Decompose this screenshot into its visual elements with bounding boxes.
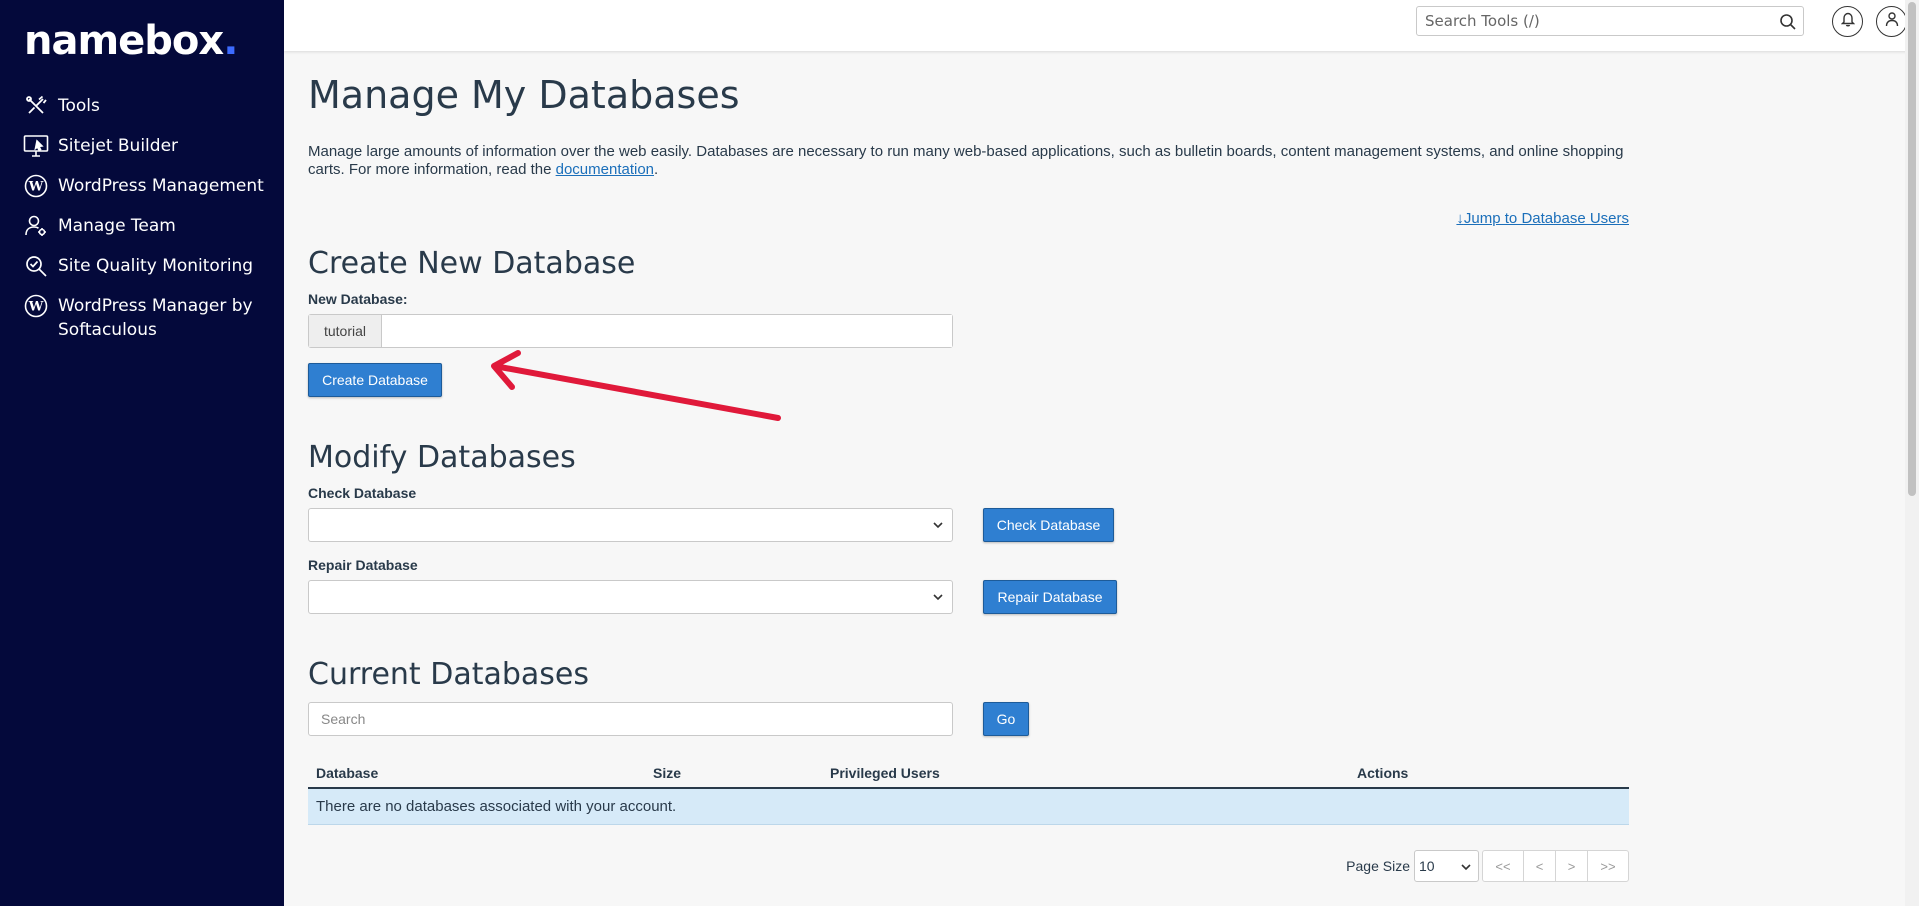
database-search-input[interactable] [309, 703, 952, 735]
sidebar-item-site-quality-monitoring[interactable]: Site Quality Monitoring [0, 252, 284, 292]
arrow-down-icon: ↓ [1456, 210, 1464, 227]
jump-to-database-users-link[interactable]: ↓Jump to Database Users [1456, 210, 1629, 227]
column-header-size[interactable]: Size [653, 765, 681, 781]
sidebar-item-label: Tools [58, 96, 100, 116]
search-tools-box [1416, 6, 1804, 36]
wordpress-icon: W [22, 292, 50, 320]
repair-database-label: Repair Database [308, 557, 418, 573]
notifications-button[interactable] [1832, 6, 1863, 37]
sidebar-item-label: WordPress Management [58, 176, 264, 196]
page-description: Manage large amounts of information over… [308, 143, 1624, 178]
page-title: Manage My Databases [308, 73, 740, 117]
user-gear-icon [22, 212, 50, 240]
next-page-button[interactable]: > [1555, 850, 1588, 882]
table-header: Database Size Privileged Users Actions [308, 756, 1629, 789]
search-tools-input[interactable] [1417, 7, 1757, 35]
svg-text:W: W [28, 300, 44, 315]
new-database-input[interactable] [382, 315, 952, 347]
go-button[interactable]: Go [983, 702, 1029, 736]
previous-page-button[interactable]: < [1523, 850, 1556, 882]
create-database-button[interactable]: Create Database [308, 363, 442, 397]
chevron-down-icon [932, 518, 944, 532]
sidebar-item-manage-team[interactable]: Manage Team [0, 212, 284, 252]
first-page-button[interactable]: << [1482, 850, 1524, 882]
last-page-button[interactable]: >> [1587, 850, 1629, 882]
user-icon [1885, 11, 1899, 32]
magnifier-icon [22, 252, 50, 280]
search-icon[interactable] [1779, 13, 1797, 31]
annotation-arrow [491, 350, 781, 421]
column-header-actions: Actions [1357, 765, 1409, 781]
empty-table-message: There are no databases associated with y… [308, 789, 1629, 825]
page-scrollbar[interactable] [1905, 0, 1919, 906]
sidebar-item-label: Sitejet Builder [58, 136, 179, 156]
sidebar-item-wordpress-manager-softaculous[interactable]: W WordPress Manager by Softaculous [0, 292, 284, 352]
repair-database-select[interactable] [308, 580, 953, 614]
databases-table: Database Size Privileged Users Actions T… [308, 756, 1629, 825]
documentation-link[interactable]: documentation [556, 161, 654, 178]
page-size-select[interactable]: 10 [1414, 850, 1479, 882]
wordpress-icon: W [22, 172, 50, 200]
sidebar-item-label: Site Quality Monitoring [58, 256, 254, 276]
column-header-database[interactable]: Database [316, 765, 378, 781]
namebox-logo[interactable]: namebox. [24, 18, 238, 64]
repair-database-button[interactable]: Repair Database [983, 580, 1117, 614]
check-database-button[interactable]: Check Database [983, 508, 1114, 542]
column-header-privileged-users: Privileged Users [830, 765, 940, 781]
chevron-down-icon [1460, 860, 1472, 874]
monitor-icon [22, 132, 50, 160]
database-search-box [308, 702, 953, 736]
check-database-select[interactable] [308, 508, 953, 542]
svg-text:W: W [28, 180, 44, 195]
sidebar-nav: Tools Sitejet Builder W WordPress Manage… [0, 92, 284, 352]
modify-databases-heading: Modify Databases [308, 440, 576, 475]
create-database-heading: Create New Database [308, 246, 636, 281]
check-database-label: Check Database [308, 485, 417, 501]
sidebar-item-label: Manage Team [58, 216, 176, 236]
page-size-label: Page Size [1346, 858, 1410, 874]
top-bar [284, 0, 1919, 51]
new-database-label: New Database: [308, 291, 408, 307]
sidebar-item-wordpress-management[interactable]: W WordPress Management [0, 172, 284, 212]
current-databases-heading: Current Databases [308, 657, 589, 692]
bell-icon [1840, 11, 1855, 32]
database-prefix: tutorial [309, 315, 382, 347]
sidebar-item-tools[interactable]: Tools [0, 92, 284, 132]
new-database-field: tutorial [308, 314, 953, 348]
tools-icon [22, 92, 50, 120]
sidebar-item-sitejet-builder[interactable]: Sitejet Builder [0, 132, 284, 172]
pagination: Page Size 10 << < > >> [1346, 850, 1629, 882]
sidebar-item-label: WordPress Manager by Softaculous [58, 296, 253, 340]
user-menu-button[interactable] [1876, 6, 1907, 37]
scrollbar-thumb[interactable] [1908, 2, 1916, 496]
sidebar: namebox. Tools Sitejet Builder W WordPre… [0, 0, 284, 906]
chevron-down-icon [932, 590, 944, 604]
